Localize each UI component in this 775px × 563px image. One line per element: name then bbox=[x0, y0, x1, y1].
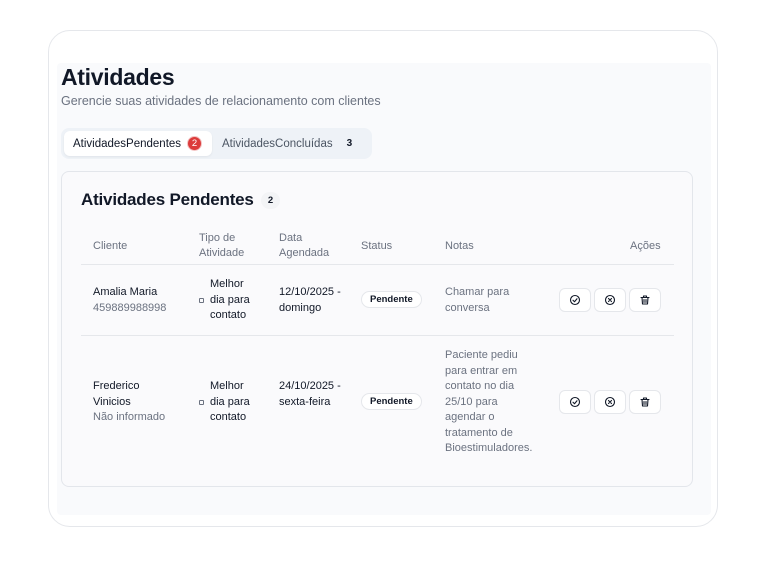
trash-icon bbox=[640, 295, 650, 305]
page-subtitle: Gerencie suas atividades de relacionamen… bbox=[61, 94, 381, 108]
notes-text: Paciente pediu para entrar em contato no… bbox=[445, 349, 533, 454]
card-title: Atividades Pendentes bbox=[81, 190, 254, 209]
tab-pending[interactable]: AtividadesPendentes 2 bbox=[64, 131, 212, 156]
delete-button[interactable] bbox=[629, 288, 661, 312]
column-header-status: Status bbox=[361, 240, 393, 252]
status-badge: Pendente bbox=[361, 393, 422, 410]
client-cell: Frederico Vinicios Não informado bbox=[93, 379, 193, 426]
card-count-badge: 2 bbox=[261, 192, 280, 209]
client-name: Amalia Maria bbox=[93, 286, 158, 298]
tab-pending-count-badge: 2 bbox=[187, 136, 203, 151]
complete-button[interactable] bbox=[559, 288, 591, 312]
cancel-button[interactable] bbox=[594, 288, 626, 312]
cancel-button[interactable] bbox=[594, 390, 626, 414]
circle-check-icon bbox=[569, 294, 581, 306]
client-phone: Não informado bbox=[93, 411, 166, 423]
circle-check-icon bbox=[569, 396, 581, 408]
activity-type: Melhor dia para contato bbox=[210, 380, 250, 423]
scheduled-date: 12/10/2025 - domingo bbox=[279, 286, 341, 314]
column-header-actions: Ações bbox=[630, 240, 661, 252]
header-divider bbox=[81, 264, 674, 265]
notes-text: Chamar para conversa bbox=[445, 286, 510, 314]
page-title: Atividades bbox=[61, 64, 175, 90]
tab-completed-label: AtividadesConcluídas bbox=[222, 137, 333, 150]
activity-type: Melhor dia para contato bbox=[210, 278, 250, 321]
client-cell: Amalia Maria 459889988998 bbox=[93, 285, 193, 316]
column-header-type: Tipo de Atividade bbox=[199, 232, 245, 259]
column-header-notes: Notas bbox=[445, 240, 474, 252]
client-phone: 459889988998 bbox=[93, 301, 167, 314]
row-divider bbox=[81, 335, 674, 336]
status-badge: Pendente bbox=[361, 291, 422, 308]
tabs-list: AtividadesPendentes 2 AtividadesConcluíd… bbox=[61, 128, 372, 159]
tab-pending-label: AtividadesPendentes bbox=[73, 137, 182, 150]
circle-x-icon bbox=[604, 294, 616, 306]
calendar-icon bbox=[199, 297, 204, 303]
delete-button[interactable] bbox=[629, 390, 661, 414]
complete-button[interactable] bbox=[559, 390, 591, 414]
type-cell: Melhor dia para contato bbox=[199, 379, 260, 426]
pending-activities-card: Atividades Pendentes 2 Cliente Tipo de A… bbox=[61, 171, 693, 487]
type-cell: Melhor dia para contato bbox=[199, 277, 260, 324]
tab-completed[interactable]: AtividadesConcluídas 3 bbox=[212, 131, 361, 156]
calendar-icon bbox=[199, 399, 204, 405]
client-name: Frederico Vinicios bbox=[93, 380, 140, 408]
scheduled-date: 24/10/2025 - sexta-feira bbox=[279, 380, 341, 408]
tab-completed-count-badge: 3 bbox=[346, 138, 353, 149]
column-header-date: Data Agendada bbox=[279, 232, 330, 259]
trash-icon bbox=[640, 397, 650, 407]
column-header-client: Cliente bbox=[93, 240, 128, 252]
circle-x-icon bbox=[604, 396, 616, 408]
